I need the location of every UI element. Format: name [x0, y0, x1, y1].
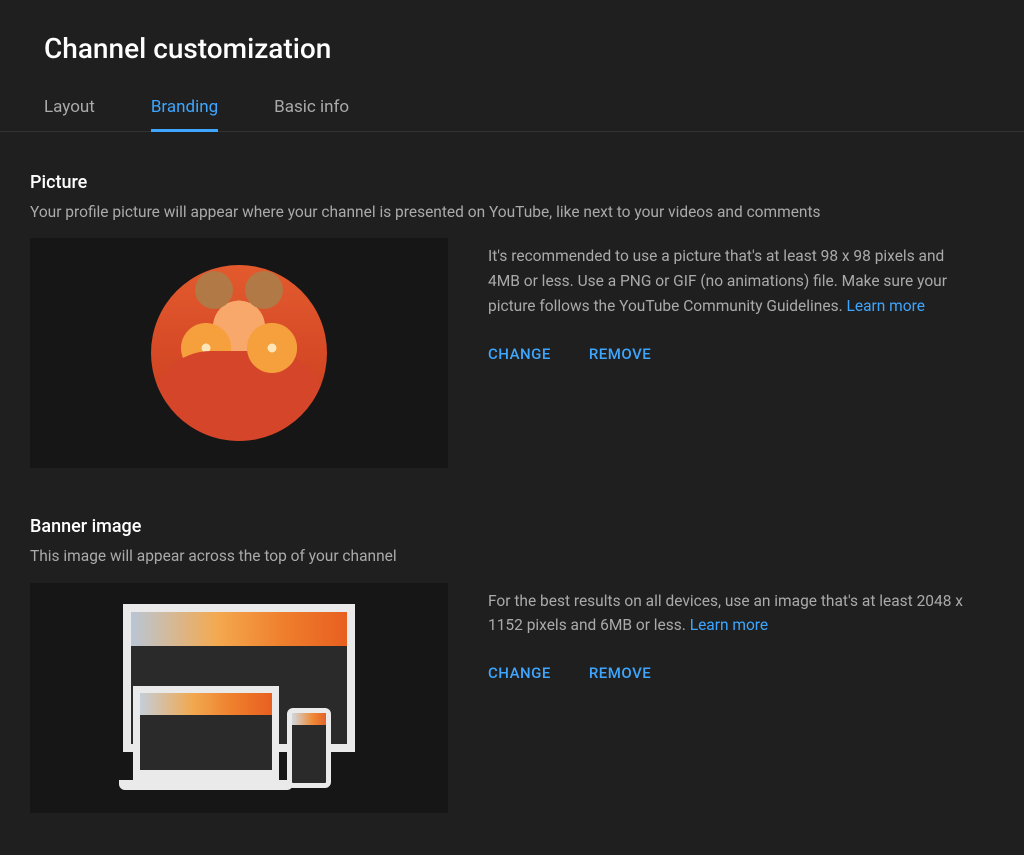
banner-change-button[interactable]: CHANGE	[488, 664, 551, 682]
tab-layout[interactable]: Layout	[44, 97, 95, 131]
picture-title: Picture	[30, 172, 994, 193]
laptop-icon	[133, 686, 279, 780]
tab-branding[interactable]: Branding	[151, 97, 218, 131]
picture-preview-box	[30, 238, 448, 468]
banner-section: Banner image This image will appear acro…	[30, 516, 994, 812]
picture-change-button[interactable]: CHANGE	[488, 345, 551, 363]
banner-preview-box	[30, 583, 448, 813]
banner-learn-more-link[interactable]: Learn more	[690, 616, 768, 634]
banner-description: This image will appear across the top of…	[30, 545, 994, 568]
banner-help-text: For the best results on all devices, use…	[488, 589, 968, 639]
picture-section: Picture Your profile picture will appear…	[30, 172, 994, 468]
banner-remove-button[interactable]: REMOVE	[589, 664, 651, 682]
banner-title: Banner image	[30, 516, 994, 537]
page-title: Channel customization	[0, 0, 1024, 65]
phone-icon	[287, 708, 331, 788]
tab-basic-info[interactable]: Basic info	[274, 97, 349, 131]
banner-devices-illustration	[113, 604, 365, 792]
picture-learn-more-link[interactable]: Learn more	[847, 297, 925, 315]
picture-help-text: It's recommended to use a picture that's…	[488, 244, 968, 318]
profile-picture-avatar	[151, 265, 327, 441]
content-area: Picture Your profile picture will appear…	[0, 132, 1024, 813]
tabs-bar: Layout Branding Basic info	[0, 65, 1024, 132]
picture-description: Your profile picture will appear where y…	[30, 201, 994, 224]
picture-remove-button[interactable]: REMOVE	[589, 345, 651, 363]
